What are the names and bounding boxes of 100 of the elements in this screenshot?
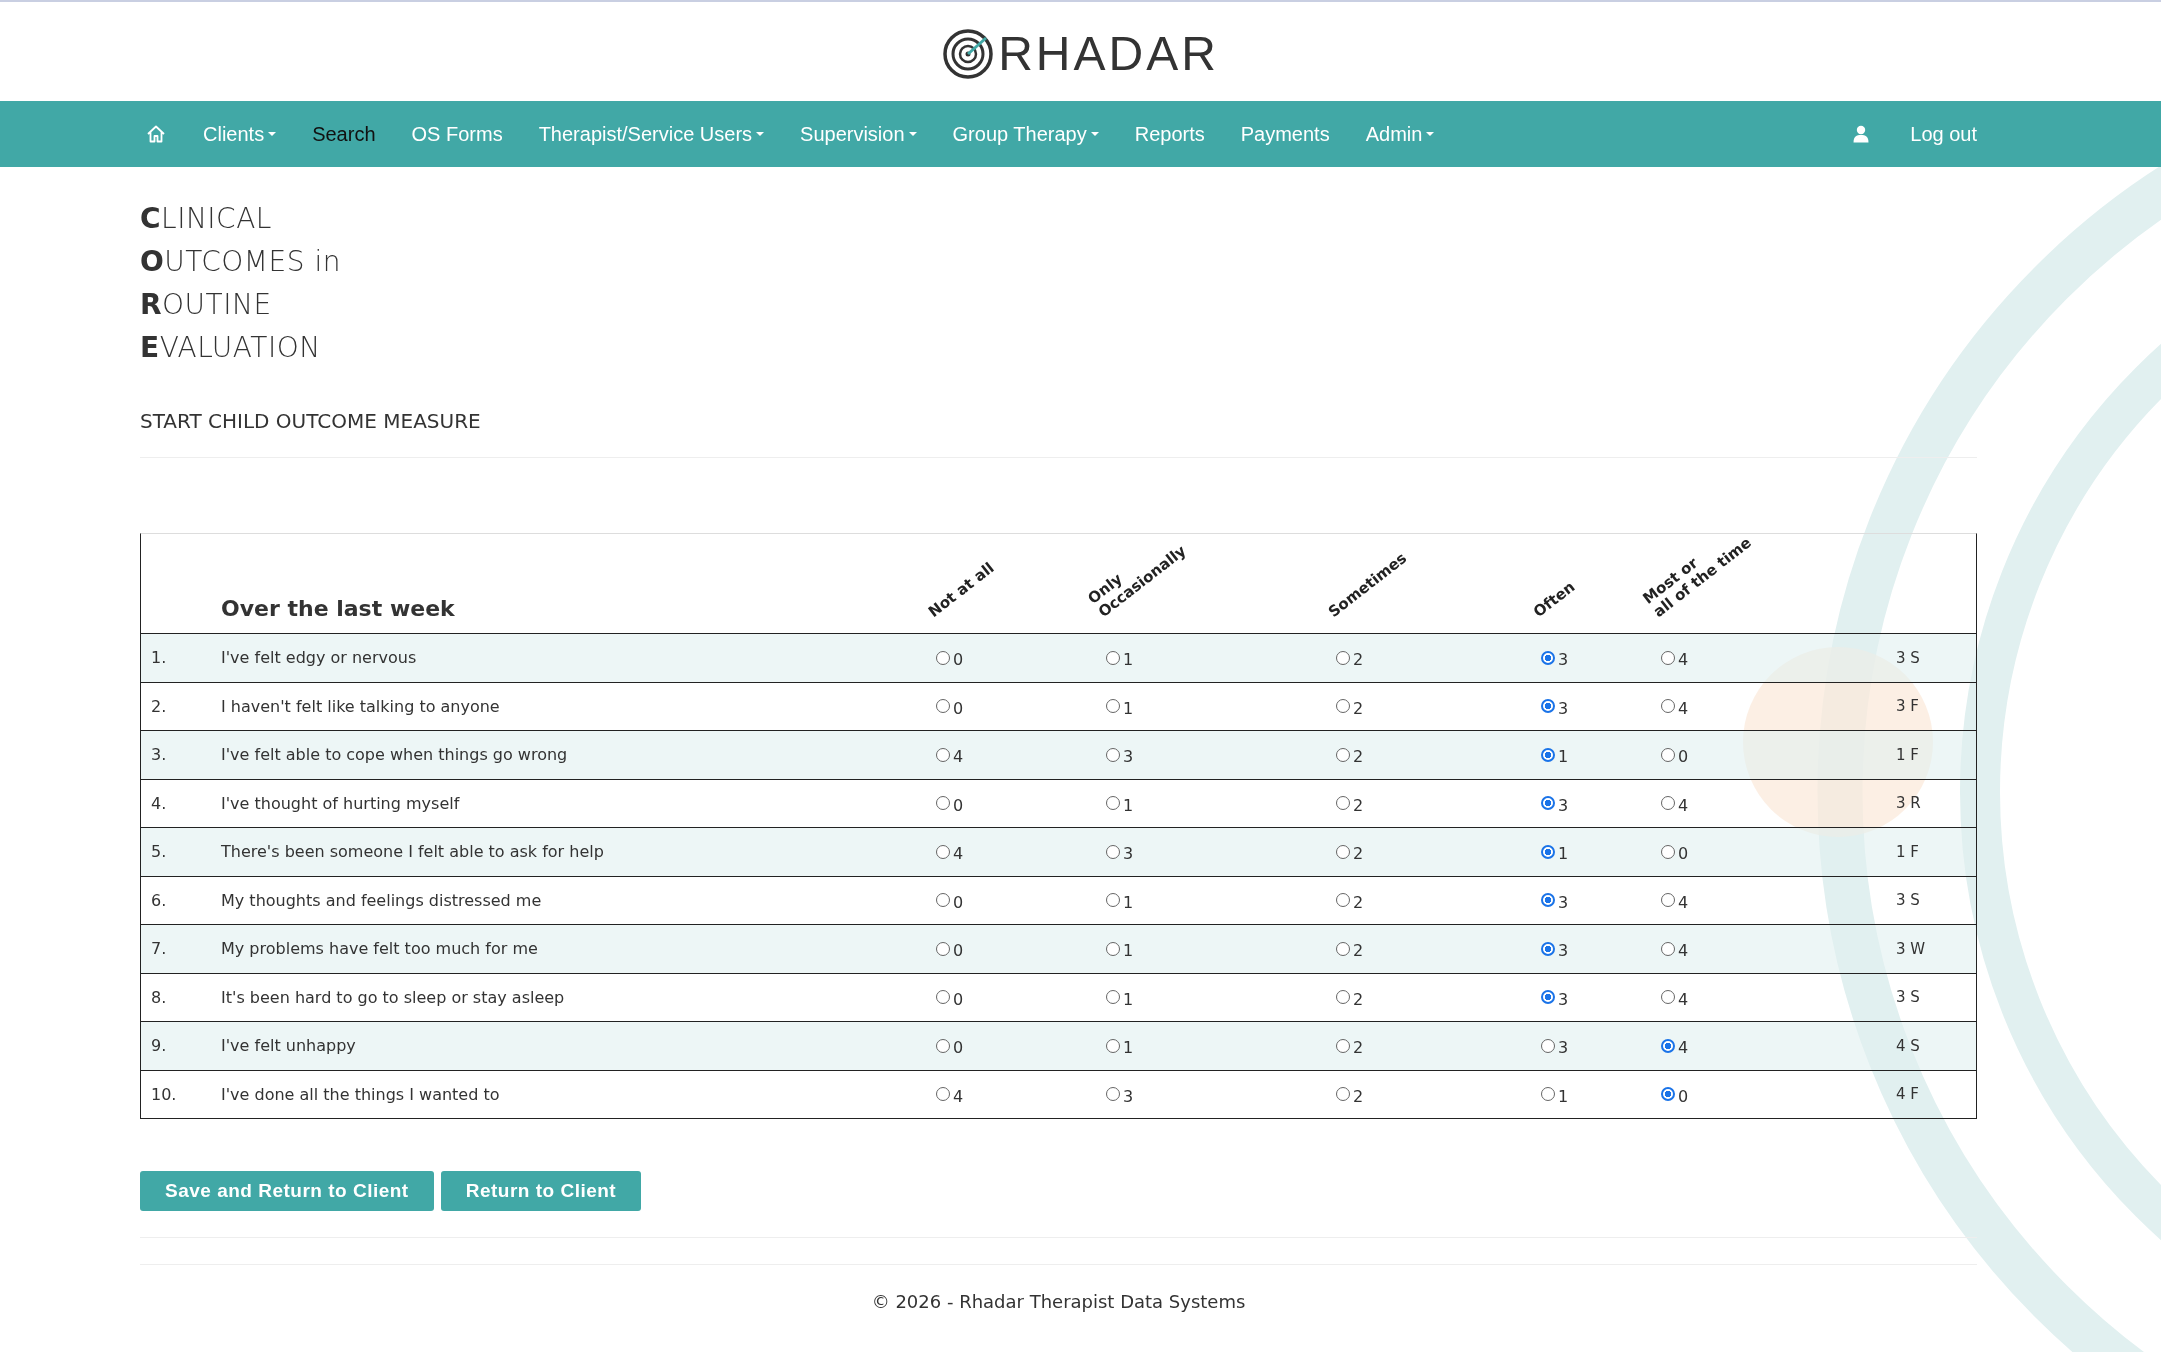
question-text: My thoughts and feelings distressed me — [221, 890, 543, 910]
nav-link[interactable]: Admin — [1365, 122, 1435, 146]
score-text: 3 R — [1896, 794, 1922, 813]
option-label: 4 — [953, 1086, 964, 1106]
action-button[interactable]: Return to Client — [440, 1171, 642, 1211]
radio-button[interactable] — [1106, 650, 1120, 665]
question-number: 3. — [150, 745, 168, 765]
action-button[interactable]: Save and Return to Client — [140, 1171, 434, 1211]
radio-button[interactable] — [1336, 990, 1350, 1005]
option-label: 3 — [1558, 698, 1569, 718]
radio-button[interactable] — [936, 796, 950, 811]
radio-button[interactable] — [1541, 893, 1555, 908]
score-text: 4 F — [1896, 1085, 1920, 1104]
radio-button[interactable] — [1106, 990, 1120, 1005]
score-text: 3 S — [1896, 648, 1921, 667]
score-text: 3 W — [1896, 939, 1927, 958]
nav-link[interactable]: Reports — [1134, 122, 1205, 146]
radio-button[interactable] — [1541, 844, 1555, 859]
nav-link[interactable]: Group Therapy — [952, 122, 1099, 146]
page-title-line: CLINICAL — [140, 201, 273, 237]
option-label: 2 — [1353, 698, 1364, 718]
option-label: 0 — [953, 989, 964, 1009]
radio-button[interactable] — [1106, 747, 1120, 762]
radio-button[interactable] — [1106, 1038, 1120, 1053]
option-label: 1 — [1123, 1038, 1134, 1058]
option-label: 2 — [1353, 1038, 1364, 1058]
radio-button[interactable] — [1541, 990, 1555, 1005]
radio-button[interactable] — [1336, 941, 1350, 956]
question-text: I've felt unhappy — [221, 1036, 357, 1056]
radio-button[interactable] — [1336, 1038, 1350, 1053]
nav-link[interactable]: Payments — [1240, 122, 1330, 146]
radio-button[interactable] — [1336, 650, 1350, 665]
option-label: 1 — [1123, 698, 1134, 718]
nav-link[interactable]: Clients — [203, 122, 277, 146]
nav-link[interactable]: Supervision — [800, 122, 917, 146]
radio-button[interactable] — [936, 990, 950, 1005]
nav-link[interactable]: OS Forms — [411, 122, 503, 146]
form-title: START CHILD OUTCOME MEASURE — [140, 409, 482, 433]
radio-button[interactable] — [1541, 1038, 1555, 1053]
radio-button[interactable] — [936, 699, 950, 714]
logout-link[interactable]: Log out — [1910, 122, 1977, 146]
radio-button[interactable] — [936, 1087, 950, 1102]
nav-link[interactable]: Search — [312, 122, 376, 146]
radio-button[interactable] — [936, 1038, 950, 1053]
radio-button[interactable] — [1336, 796, 1350, 811]
radio-button[interactable] — [936, 650, 950, 665]
radio-button[interactable] — [1106, 796, 1120, 811]
radio-button[interactable] — [1541, 1087, 1555, 1102]
radio-button[interactable] — [1106, 1087, 1120, 1102]
radio-button[interactable] — [936, 844, 950, 859]
page-title-line: EVALUATION — [140, 330, 322, 366]
column-header: Not at all — [925, 559, 998, 621]
radio-button[interactable] — [1541, 699, 1555, 714]
nav-link[interactable]: Therapist/Service Users — [538, 122, 765, 146]
radio-button[interactable] — [1661, 941, 1675, 956]
radio-button[interactable] — [1336, 1087, 1350, 1102]
question-number: 1. — [150, 648, 168, 668]
logo-text: RHADAR — [998, 26, 1219, 81]
radio-button[interactable] — [1336, 893, 1350, 908]
radio-button[interactable] — [1541, 941, 1555, 956]
question-text: I've done all the things I wanted to — [221, 1084, 501, 1104]
option-label: 3 — [1558, 795, 1569, 815]
radio-button[interactable] — [1661, 747, 1675, 762]
option-label: 0 — [953, 941, 964, 961]
user-icon[interactable] — [1852, 125, 1871, 143]
radio-button[interactable] — [1661, 1038, 1675, 1053]
radio-button[interactable] — [1661, 699, 1675, 714]
logo-icon — [942, 27, 995, 80]
radio-button[interactable] — [1106, 941, 1120, 956]
option-label: 1 — [1558, 747, 1569, 767]
radio-button[interactable] — [1661, 893, 1675, 908]
radio-button[interactable] — [1661, 796, 1675, 811]
option-label: 1 — [1123, 941, 1134, 961]
radio-button[interactable] — [1106, 699, 1120, 714]
option-label: 4 — [953, 844, 964, 864]
home-icon[interactable] — [146, 124, 166, 144]
radio-button[interactable] — [1661, 1087, 1675, 1102]
radio-button[interactable] — [936, 941, 950, 956]
option-label: 2 — [1353, 650, 1364, 670]
radio-button[interactable] — [1541, 650, 1555, 665]
radio-button[interactable] — [1661, 650, 1675, 665]
radio-button[interactable] — [1336, 844, 1350, 859]
radio-button[interactable] — [1336, 699, 1350, 714]
radio-button[interactable] — [1661, 990, 1675, 1005]
radio-button[interactable] — [1336, 747, 1350, 762]
question-number: 6. — [150, 890, 168, 910]
radio-button[interactable] — [936, 747, 950, 762]
radio-button[interactable] — [1661, 844, 1675, 859]
question-number: 10. — [150, 1084, 178, 1104]
radio-button[interactable] — [1541, 747, 1555, 762]
option-label: 0 — [953, 795, 964, 815]
radio-button[interactable] — [1541, 796, 1555, 811]
radio-button[interactable] — [1106, 844, 1120, 859]
question-number: 2. — [150, 696, 168, 716]
option-label: 1 — [1123, 795, 1134, 815]
radio-button[interactable] — [1106, 893, 1120, 908]
option-label: 4 — [1678, 795, 1689, 815]
question-text: There's been someone I felt able to ask for help — [221, 842, 605, 862]
option-label: 4 — [1678, 941, 1689, 961]
radio-button[interactable] — [936, 893, 950, 908]
